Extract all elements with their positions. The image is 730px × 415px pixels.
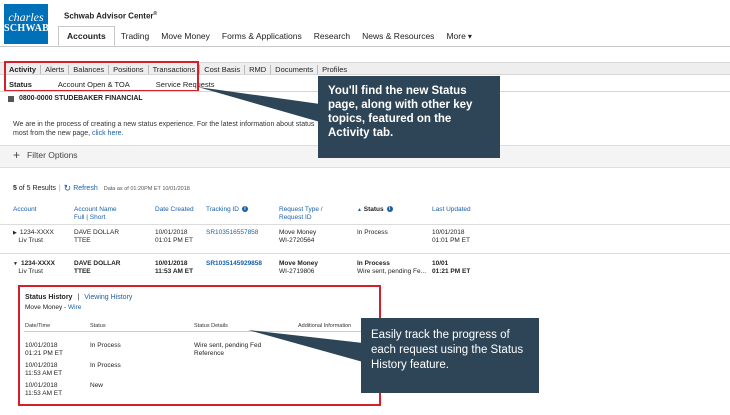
sh-entry2-date: 10/01/2018 11:53 AM ET	[25, 362, 63, 377]
filter-label: Filter Options	[27, 150, 78, 160]
sort-up-icon: ▲	[357, 207, 362, 213]
tab-cost-basis[interactable]: Cost Basis	[200, 64, 246, 74]
info-icon[interactable]: i	[242, 206, 248, 213]
account-selector[interactable]: 0800-0000 STUDEBAKER FINANCIAL	[8, 95, 143, 102]
app-title: Schwab Advisor Center®	[64, 11, 158, 21]
info-icon[interactable]: i	[386, 206, 393, 213]
refresh-button[interactable]: ↻ Refresh	[64, 183, 98, 194]
col-request-type-label: Request Type /	[279, 206, 323, 213]
account-icon	[8, 95, 14, 102]
nav-divider	[0, 46, 730, 47]
info-text-2: most from the new page,	[13, 129, 91, 137]
wire-link[interactable]: Wire	[68, 304, 81, 311]
row2-tracking-link[interactable]: SR103514592985​8	[206, 260, 262, 268]
chevron-down-icon: ▾	[467, 31, 472, 41]
data-as-of: Data as of 01:20PM ET 10/01/2018	[103, 185, 190, 192]
click-here-link[interactable]: click here.	[92, 130, 124, 137]
results-summary: 5 of 5 Results | ↻ Refresh Data as of 01:…	[13, 183, 190, 194]
viewing-history-link[interactable]: Viewing History	[84, 294, 132, 301]
sh-col-status: Status	[90, 323, 106, 329]
row1-name: DAVE DOLLAR TTEE	[74, 229, 120, 244]
row1-account-sub: Liv Trust	[18, 237, 43, 244]
col-account[interactable]: Account	[13, 206, 37, 214]
row1-tracking-link[interactable]: SR103516557858	[206, 229, 258, 237]
row-divider	[0, 224, 730, 225]
row2-request: Move Money WI-2719806	[279, 260, 319, 275]
tab-rmd[interactable]: RMD	[245, 64, 272, 74]
col-request-type[interactable]: Request Type / Request ID	[279, 206, 323, 222]
row2-updated: 10/01 01:21 PM ET	[432, 260, 471, 275]
status-history-header: Status History | Viewing History	[25, 294, 132, 301]
plus-icon: +	[13, 148, 21, 162]
main-nav-forms[interactable]: Forms & Applications	[216, 26, 308, 46]
row1-account-number: 1234-XXXX	[19, 229, 54, 236]
row2-account-sub: Liv Trust	[18, 268, 43, 275]
sh-header-divider	[24, 331, 364, 332]
callout-activity-tab: You'll find the new Status page, along w…	[318, 76, 500, 158]
row2-account-number: 1234-XXXX	[20, 260, 55, 267]
sh-entry2-status: In Process	[90, 362, 121, 369]
logo-line-1: charles	[8, 10, 44, 24]
col-tracking-id[interactable]: Tracking ID i	[206, 206, 248, 214]
main-nav-move-money[interactable]: Move Money	[155, 26, 216, 46]
main-nav: Accounts Trading Move Money Forms & Appl…	[58, 26, 478, 46]
row2-status: In Process Wire sent, pending Fe...	[357, 260, 427, 275]
col-tracking-label: Tracking ID	[206, 206, 239, 213]
logo-line-2: SCHWAB	[4, 23, 50, 34]
results-count: 5	[13, 185, 17, 192]
row-divider	[0, 253, 730, 254]
main-nav-more[interactable]: More ▾	[440, 26, 477, 46]
row1-date: 10/01/2018 01:01 PM ET	[155, 229, 193, 244]
request-type-label: Move Money -	[25, 304, 67, 311]
row1-account[interactable]: ▶ 1234-XXXX Liv Trust	[13, 229, 54, 245]
row1-status: In Process	[357, 229, 388, 236]
main-nav-news[interactable]: News & Resources	[356, 26, 440, 46]
row2-name: DAVE DOLLAR TTEE	[74, 260, 121, 275]
callout-top-pointer	[198, 87, 320, 122]
highlight-box-activity	[4, 61, 199, 92]
more-label: More	[446, 31, 466, 41]
row2-account[interactable]: ▼ 1234-XXXX Liv Trust	[13, 260, 55, 276]
col-account-name-label: Account Name	[74, 206, 117, 213]
row1-request: Move Money WI-2720564	[279, 229, 317, 244]
results-separator: |	[58, 185, 61, 192]
col-account-name[interactable]: Account Name Full | Short	[74, 206, 117, 222]
col-request-id-label: Request ID	[279, 214, 312, 221]
sh-entry1-date: 10/01/2018 01:21 PM ET	[25, 342, 63, 357]
callout-status-history: Easily track the progress of each reques…	[361, 318, 539, 393]
schwab-logo[interactable]: charles SCHWAB	[4, 4, 50, 44]
account-label: 0800-0000 STUDEBAKER FINANCIAL	[19, 95, 143, 102]
sh-col-date: Date/Time	[25, 323, 51, 329]
tab-profiles[interactable]: Profiles	[318, 65, 351, 74]
row2-date: 10/01/2018 11:53 AM ET	[155, 260, 194, 275]
main-nav-trading[interactable]: Trading	[115, 26, 156, 46]
main-nav-accounts[interactable]: Accounts	[58, 26, 115, 46]
refresh-label: Refresh	[73, 185, 98, 192]
info-message: We are in the process of creating a new …	[13, 121, 343, 138]
tab-documents[interactable]: Documents	[271, 64, 319, 74]
filter-options-toggle[interactable]: + Filter Options	[13, 148, 78, 162]
expand-icon[interactable]: ▶	[13, 230, 17, 236]
col-status-label: Status	[363, 206, 384, 213]
col-last-updated[interactable]: Last Updated	[432, 206, 471, 214]
col-date-created[interactable]: Date Created	[155, 206, 194, 214]
sh-entry1-status: In Process	[90, 342, 121, 349]
sh-col-additional: Additional Information	[298, 323, 352, 329]
row1-updated: 10/01/2018 01:01 PM ET	[432, 229, 470, 244]
col-status[interactable]: ▲ Status i	[357, 206, 393, 214]
info-text-1: We are in the process of creating a new …	[13, 121, 315, 128]
title-separator: |	[77, 294, 80, 301]
refresh-icon: ↻	[63, 183, 72, 193]
col-account-name-sub: Full | Short	[74, 214, 106, 221]
main-nav-research[interactable]: Research	[308, 26, 356, 46]
sh-entry1-details: Wire sent, pending Fed Reference	[194, 342, 262, 357]
results-text: of 5 Results	[18, 185, 56, 192]
status-history-subtitle: Move Money - Wire	[25, 304, 81, 311]
collapse-icon[interactable]: ▼	[13, 261, 18, 267]
sh-entry3-status: New	[90, 382, 104, 389]
sh-entry3-date: 10/01/2018 11:53 AM ET	[25, 382, 63, 397]
sh-col-details: Status Details	[194, 323, 228, 329]
status-history-title: Status History	[25, 294, 73, 301]
